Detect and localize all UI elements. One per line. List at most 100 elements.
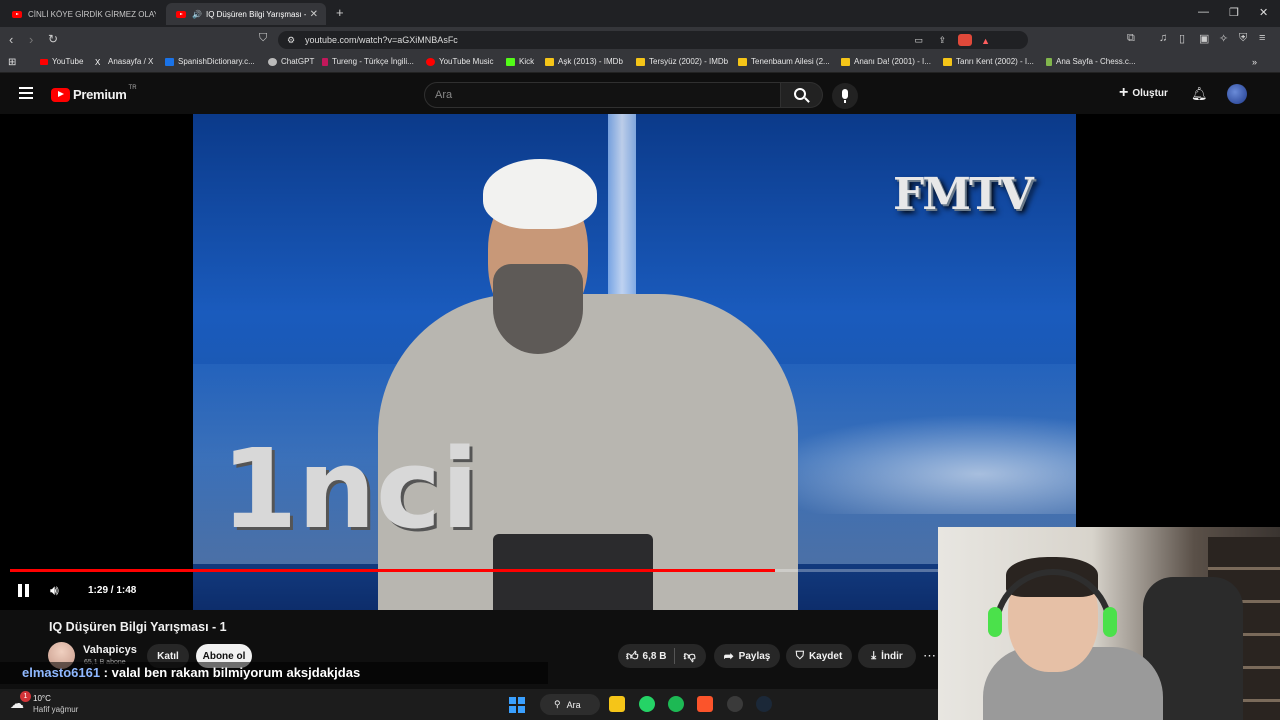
- file-explorer-icon[interactable]: [609, 696, 625, 712]
- more-actions-icon[interactable]: ⋯: [923, 648, 936, 664]
- laptop: [493, 534, 653, 610]
- brave-shield-icon[interactable]: [958, 34, 972, 46]
- like-button[interactable]: 👍︎ 6,8 B: [626, 649, 666, 664]
- chess-icon: [1046, 57, 1052, 66]
- menu-icon[interactable]: ≡: [1259, 32, 1265, 44]
- spanishdict-icon: [165, 57, 174, 66]
- bookmark-tanri-kent-imdb[interactable]: Tanrı Kent (2002) - I...: [943, 57, 1034, 66]
- webcam-overlay: [938, 527, 1280, 720]
- dislike-button[interactable]: 👎︎: [683, 649, 695, 664]
- search-icon: ⚲: [554, 699, 561, 709]
- tab-label: CİNLİ KÖYE GİRDİK GİRMEZ OLAYDIK: [28, 9, 156, 19]
- progress-bar[interactable]: [10, 569, 938, 572]
- bookmark-label: Tersyüz (2002) - IMDb: [649, 57, 729, 66]
- like-count: 6,8 B: [642, 650, 667, 662]
- save-button[interactable]: ⛉ Kaydet: [786, 644, 852, 668]
- bookmark-youtube-music[interactable]: YouTube Music: [426, 57, 494, 66]
- tab-iq-dusuren[interactable]: 🔊 IQ Düşüren Bilgi Yarışması - 1 ✕: [166, 3, 326, 25]
- youtube-music-icon: [426, 57, 435, 66]
- sidebar-icon[interactable]: ▯: [1179, 32, 1185, 45]
- avatar[interactable]: [1227, 84, 1247, 104]
- voice-search-button[interactable]: [832, 83, 858, 109]
- pause-button[interactable]: [18, 584, 30, 598]
- chatgpt-icon: [268, 57, 277, 66]
- tab-label: IQ Düşüren Bilgi Yarışması - 1: [205, 9, 306, 19]
- bookmark-youtube[interactable]: YouTube: [40, 57, 83, 66]
- time-display: 1:29 / 1:48: [88, 585, 137, 596]
- episode-number-overlay: 1nci: [221, 425, 479, 553]
- chat-overlay: elmasto6161 : valal ben rakam bilmiyorum…: [0, 662, 548, 684]
- progress-fill: [10, 569, 775, 572]
- tab-search-icon[interactable]: ⧉: [1127, 32, 1135, 45]
- thumbs-down-icon: 👎︎: [683, 648, 696, 663]
- youtube-premium-logo[interactable]: Premium TR: [51, 85, 137, 102]
- bridge-lights: [753, 414, 1076, 514]
- url-field[interactable]: ⚙ youtube.com/watch?v=aGXiMNBAsFc ▭ ⇪ ▲: [278, 31, 1028, 49]
- weather-temp: 10°C: [33, 694, 51, 703]
- channel-name[interactable]: Vahapicys: [83, 644, 137, 656]
- volume-icon[interactable]: 🔊︎: [50, 582, 59, 599]
- bookmarks-bar: ⊞ YouTube X Anasayfa / X SpanishDictionar…: [0, 53, 1280, 73]
- presenter-beard: [493, 264, 583, 354]
- media-icon[interactable]: ♫: [1159, 32, 1167, 44]
- share-button[interactable]: ➦ Paylaş: [714, 644, 780, 668]
- whatsapp-icon[interactable]: [639, 696, 655, 712]
- leo-ai-icon[interactable]: ✧: [1219, 32, 1228, 45]
- cast-icon[interactable]: ▭: [914, 31, 923, 49]
- tab-close-icon[interactable]: ✕: [310, 9, 318, 20]
- wallet-icon[interactable]: ▣: [1199, 32, 1209, 45]
- obs-icon[interactable]: [727, 696, 743, 712]
- bookmark-kick[interactable]: Kick: [506, 57, 534, 66]
- minimize-icon[interactable]: —: [1198, 6, 1209, 18]
- window-close-icon[interactable]: ✕: [1259, 6, 1268, 19]
- chat-username: elmasto6161: [22, 665, 101, 680]
- notifications-bell-icon[interactable]: 🔔︎: [1191, 86, 1208, 102]
- windows-taskbar: ☁ 1 10°C Hafif yağmur ⚲ Ara: [0, 689, 938, 720]
- bookmark-tersyuz-imdb[interactable]: Tersyüz (2002) - IMDb: [636, 57, 728, 66]
- bookmark-label: Ananı Da! (2001) - I...: [854, 57, 931, 66]
- url-text: youtube.com/watch?v=aGXiMNBAsFc: [305, 35, 458, 45]
- brave-rewards-icon[interactable]: ▲: [981, 32, 990, 50]
- tab-cinli-koye[interactable]: CİNLİ KÖYE GİRDİK GİRMEZ OLAYDIK: [2, 3, 162, 25]
- taskbar-search[interactable]: ⚲ Ara: [540, 694, 600, 715]
- bookmark-x[interactable]: X Anasayfa / X: [95, 57, 153, 67]
- bookmark-label: ChatGPT: [281, 57, 315, 66]
- taskbar-search-label: Ara: [566, 699, 581, 710]
- bookmark-tenenbaum-imdb[interactable]: Tenenbaum Ailesi (2...: [738, 57, 830, 66]
- restore-icon[interactable]: ❐: [1229, 6, 1239, 19]
- pause-icon: [18, 584, 22, 597]
- download-button[interactable]: ⤓ İndir: [858, 644, 916, 668]
- bookmark-anani-da-imdb[interactable]: Ananı Da! (2001) - I...: [841, 57, 931, 66]
- share-icon[interactable]: ⇪: [938, 31, 946, 49]
- brave-browser-icon[interactable]: [697, 696, 713, 712]
- hamburger-menu-icon[interactable]: [19, 87, 33, 99]
- more-bookmarks-icon[interactable]: »: [1252, 57, 1257, 67]
- download-label: İndir: [881, 650, 903, 662]
- reload-icon[interactable]: ↻: [48, 32, 58, 46]
- bookmark-tureng[interactable]: Tureng - Türkçe İngili...: [322, 57, 414, 66]
- bookmark-chess[interactable]: Ana Sayfa - Chess.c...: [1046, 57, 1136, 66]
- youtube-favicon-icon: [12, 10, 22, 18]
- vpn-shield-icon[interactable]: ⛨: [1239, 32, 1247, 45]
- create-button[interactable]: + Oluştur: [1119, 85, 1168, 101]
- windows-start-icon[interactable]: [509, 697, 525, 713]
- bookmark-label: SpanishDictionary.c...: [178, 57, 255, 66]
- site-info-icon[interactable]: ⚙: [287, 31, 295, 49]
- new-tab-icon[interactable]: +: [336, 5, 344, 20]
- bookmark-ask-imdb[interactable]: Aşk (2013) - IMDb: [545, 57, 623, 66]
- bookmark-icon[interactable]: ⛉: [259, 32, 267, 45]
- forward-icon[interactable]: ›: [29, 32, 33, 47]
- bookmark-chatgpt[interactable]: ChatGPT: [268, 57, 314, 66]
- youtube-header: Premium TR Ara + Oluştur 🔔︎: [0, 74, 1280, 114]
- steam-icon[interactable]: [756, 696, 772, 712]
- search-button[interactable]: [781, 82, 823, 108]
- imdb-icon: [841, 57, 850, 66]
- kick-icon: [506, 57, 515, 66]
- notification-badge: 1: [20, 691, 31, 702]
- bookmark-spanishdict[interactable]: SpanishDictionary.c...: [165, 57, 255, 66]
- search-input[interactable]: Ara: [424, 82, 781, 108]
- apps-grid-icon[interactable]: ⊞: [8, 57, 16, 68]
- back-icon[interactable]: ‹: [9, 32, 13, 47]
- address-bar-row: ‹ › ↻ ⛉ ⚙ youtube.com/watch?v=aGXiMNBAsF…: [0, 27, 1280, 53]
- spotify-icon[interactable]: [668, 696, 684, 712]
